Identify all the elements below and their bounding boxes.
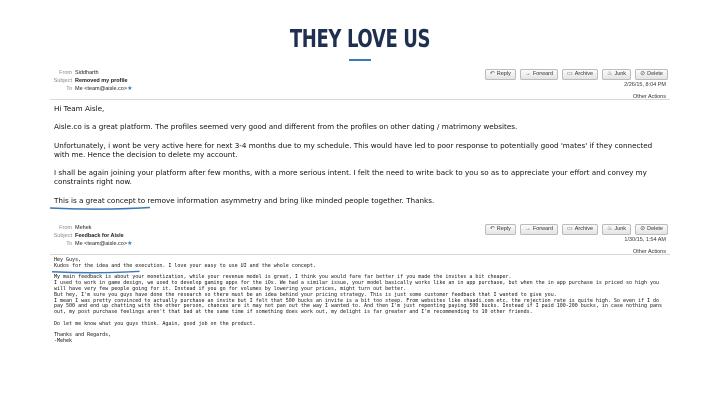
email-header: From Mehek Subject Feedback for Aisle To Me… xyxy=(50,224,670,256)
from-label: From xyxy=(59,225,72,231)
greeting: Hi Team Aisle, xyxy=(54,104,105,113)
other-actions-menu[interactable]: Other Actions xyxy=(633,248,666,256)
archive-button[interactable]: ▭ Archive xyxy=(562,69,599,80)
highlighted-quote: Kudos for the idea and the execution. I … xyxy=(54,262,316,269)
subject: Feedback for Aisle xyxy=(75,233,124,239)
star-icon[interactable]: ★ xyxy=(127,86,132,92)
junk-button[interactable]: ♨ Junk xyxy=(602,69,632,80)
delete-icon: ⊘ xyxy=(640,71,646,77)
reply-icon: ↶ xyxy=(489,226,495,232)
archive-icon: ▭ xyxy=(567,226,573,232)
title-underline xyxy=(349,59,371,61)
underline-swoosh xyxy=(52,270,140,274)
subject: Removed my profile xyxy=(75,78,128,84)
subject-label: Subject xyxy=(53,78,72,84)
email-header: From Siddharth Subject Removed my profile … xyxy=(50,69,670,101)
email-2: From Mehek Subject Feedback for Aisle To Me… xyxy=(50,224,670,345)
forward-button[interactable]: → Forward xyxy=(519,224,559,235)
junk-icon: ♨ xyxy=(607,226,613,232)
archive-icon: ▭ xyxy=(567,71,573,77)
message-toolbar: ↶ Reply → Forward ▭ Archive ♨ Junk ⊘ Delete xyxy=(484,224,668,235)
sender[interactable]: Siddharth xyxy=(75,70,99,76)
reply-icon: ↶ xyxy=(489,71,495,77)
sender[interactable]: Mehek xyxy=(75,225,92,231)
star-icon[interactable]: ★ xyxy=(127,241,132,247)
junk-button[interactable]: ♨ Junk xyxy=(602,224,632,235)
slide-title: THEY LOVE US xyxy=(289,24,431,53)
underline-swoosh xyxy=(50,206,150,211)
reply-button[interactable]: ↶ Reply xyxy=(484,69,516,80)
forward-icon: → xyxy=(524,226,531,232)
archive-button[interactable]: ▭ Archive xyxy=(562,224,599,235)
message-body: Hey Guys, Kudos for the idea and the exec… xyxy=(50,255,670,345)
delete-button[interactable]: ⊘ Delete xyxy=(635,224,668,235)
from-label: From xyxy=(59,70,72,76)
forward-icon: → xyxy=(524,71,531,77)
paragraph: My main feedback is about your monetizat… xyxy=(54,274,663,316)
forward-button[interactable]: → Forward xyxy=(519,69,559,80)
paragraph: I shall be again joining your platform a… xyxy=(54,168,647,187)
recipient[interactable]: Me <team@aisle.co> xyxy=(75,241,127,247)
other-actions-menu[interactable]: Other Actions xyxy=(633,93,666,101)
message-date: 1/30/15, 1:54 AM xyxy=(624,237,666,243)
recipient[interactable]: Me <team@aisle.co> xyxy=(75,86,127,92)
message-toolbar: ↶ Reply → Forward ▭ Archive ♨ Junk ⊘ Delete xyxy=(484,69,668,80)
reply-button[interactable]: ↶ Reply xyxy=(484,224,516,235)
to-label: To xyxy=(66,86,72,92)
signature: -Mehek xyxy=(54,338,73,345)
email-1: From Siddharth Subject Removed my profile … xyxy=(50,69,670,211)
subject-label: Subject xyxy=(53,233,72,239)
message-body: Hi Team Aisle, Aisle.co is a great platf… xyxy=(50,100,670,211)
to-label: To xyxy=(66,241,72,247)
message-date: 2/26/15, 8:04 PM xyxy=(624,82,666,88)
paragraph: Unfortunately, i wont be very active her… xyxy=(54,140,653,159)
junk-icon: ♨ xyxy=(607,71,613,77)
paragraph: Aisle.co is a great platform. The profil… xyxy=(54,122,518,132)
delete-button[interactable]: ⊘ Delete xyxy=(635,69,668,80)
highlighted-quote: This is a great concept to remove inform… xyxy=(50,196,434,211)
delete-icon: ⊘ xyxy=(640,226,646,232)
